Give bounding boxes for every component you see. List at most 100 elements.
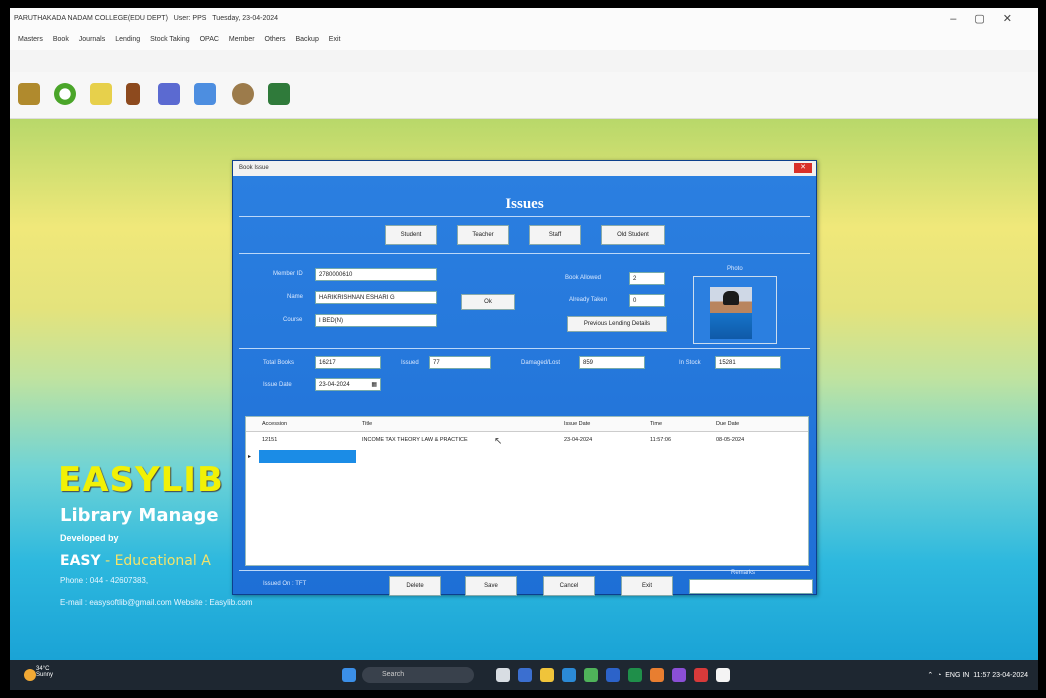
weather-widget[interactable]: 34°C Sunny [36,666,53,678]
excel-icon[interactable] [628,668,642,682]
dialog-titlebar: Book Issue ✕ [233,161,816,176]
cancel-button[interactable]: Cancel [543,576,595,596]
app-icon[interactable] [650,668,664,682]
app-title: PARUTHAKADA NADAM COLLEGE(EDU DEPT) User… [14,15,278,22]
member-type-old-student[interactable]: Old Student [601,225,665,245]
grid-col-time[interactable]: Time [650,421,662,427]
issued-field[interactable]: 77 [429,356,491,369]
total-books-field[interactable]: 16217 [315,356,381,369]
app-date: Tuesday, 23-04-2024 [212,15,279,22]
new-row-cell[interactable] [259,450,356,463]
delete-button[interactable]: Delete [389,576,441,596]
calendar-icon[interactable]: ▦ [371,379,377,390]
damaged-field[interactable]: 859 [579,356,645,369]
app-icon-3[interactable] [694,668,708,682]
book-allowed-field[interactable]: 2 [629,272,665,285]
clock-time[interactable]: 11:57 [973,672,990,679]
name-field[interactable]: HARIKRISHNAN ESHARI G [315,291,437,304]
menu-item-masters[interactable]: Masters [18,36,43,43]
row-indicator-icon: ▸ [248,454,252,460]
menu-item-journals[interactable]: Journals [79,36,105,43]
in-stock-label: In Stock [679,360,701,366]
chart-icon[interactable] [194,83,216,105]
save-button[interactable]: Save [465,576,517,596]
cell-issue-date: 23-04-2024 [564,437,593,443]
member-id-label: Member ID [273,271,303,277]
notepad-icon[interactable] [90,83,112,105]
refresh-icon[interactable] [54,83,76,105]
edge-icon[interactable] [518,668,532,682]
system-tray[interactable]: ⌃ ◔ ENG IN 11:57 23-04-2024 [927,671,1028,679]
exit-button[interactable]: Exit [621,576,673,596]
window-controls[interactable]: –▢✕ [950,12,1030,25]
issue-grid: Accession Title Issue Date Time Due Date… [245,416,809,566]
issue-date-picker[interactable]: 23-04-2024 ▦ [315,378,381,391]
chevron-up-icon[interactable]: ⌃ [927,672,933,679]
brand-subtitle: Library Manage [60,505,219,526]
brand-title: EASYLIB [58,460,224,500]
brand-easy-rest: - Educational A [100,553,211,569]
menu-item-opac[interactable]: OPAC [200,36,219,43]
menu-item-stock-taking[interactable]: Stock Taking [150,36,190,43]
toolbar [10,72,1038,119]
wifi-icon[interactable]: ◔ [937,672,941,679]
issue-icon[interactable] [158,83,180,105]
menu-item-lending[interactable]: Lending [115,36,140,43]
taskbar-search[interactable]: Search [362,667,474,683]
file-explorer-icon[interactable] [540,668,554,682]
exit-icon[interactable] [268,83,290,105]
book-allowed-label: Book Allowed [565,275,602,281]
divider [239,570,810,571]
books-icon[interactable] [126,83,140,105]
previous-lending-button[interactable]: Previous Lending Details [567,316,667,332]
issue-date-value: 23-04-2024 [319,382,350,388]
table-row[interactable]: 12151 INCOME TAX THEORY LAW & PRACTICE 2… [246,433,808,447]
grid-col-issue-date[interactable]: Issue Date [564,421,590,427]
member-id-field[interactable]: 2780000610 [315,268,437,281]
issued-on-text: Issued On : TFT [263,581,307,587]
app-icon-2[interactable] [672,668,686,682]
weather-desc: Sunny [36,672,54,678]
photo-label: Photo [727,266,743,272]
close-icon[interactable]: ✕ [794,163,812,173]
start-icon[interactable] [342,668,356,682]
mouse-cursor-icon: ↖ [494,436,503,447]
already-taken-field[interactable]: 0 [629,294,665,307]
chrome-icon[interactable] [584,668,598,682]
in-stock-field[interactable]: 15281 [715,356,781,369]
app-user: User: PPS [173,15,207,22]
menu-item-exit[interactable]: Exit [329,36,341,43]
clock-date[interactable]: 23-04-2024 [992,672,1028,679]
app-titlebar: PARUTHAKADA NADAM COLLEGE(EDU DEPT) User… [10,8,1038,30]
menu-item-others[interactable]: Others [265,36,286,43]
sun-icon [24,669,36,681]
menu-item-backup[interactable]: Backup [295,36,318,43]
member-type-student[interactable]: Student [385,225,437,245]
grid-col-accession[interactable]: Accession [262,421,287,427]
grid-col-title[interactable]: Title [362,421,372,427]
task-view-icon[interactable] [496,668,510,682]
divider [239,348,810,349]
divider [239,216,810,217]
issued-label: Issued [401,360,419,366]
member-type-staff[interactable]: Staff [529,225,581,245]
name-label: Name [287,294,304,300]
remarks-field[interactable] [689,579,813,594]
menu-item-member[interactable]: Member [229,36,255,43]
course-label: Course [283,317,303,323]
member-type-teacher[interactable]: Teacher [457,225,509,245]
cell-accession: 12151 [262,437,278,443]
photo-head [723,291,739,305]
grid-header: Accession Title Issue Date Time Due Date [246,417,808,432]
screen: PARUTHAKADA NADAM COLLEGE(EDU DEPT) User… [10,8,1038,690]
store-icon[interactable] [562,668,576,682]
easylib-icon[interactable] [716,668,730,682]
language-indicator[interactable]: ENG IN [945,672,969,679]
ok-button[interactable]: Ok [461,294,515,310]
word-icon[interactable] [606,668,620,682]
grid-col-due-date[interactable]: Due Date [716,421,739,427]
menu-item-book[interactable]: Book [53,36,69,43]
members-icon[interactable] [18,83,40,105]
course-field[interactable]: I BED(N) [315,314,437,327]
settings-icon[interactable] [232,83,254,105]
